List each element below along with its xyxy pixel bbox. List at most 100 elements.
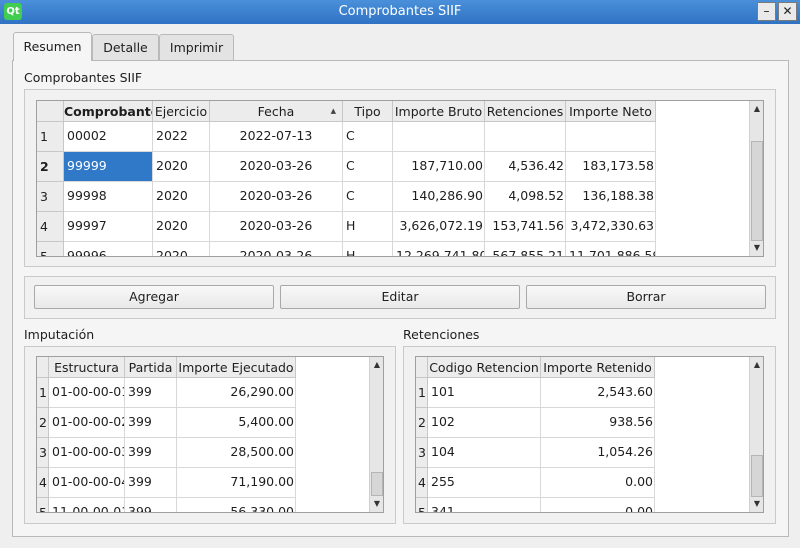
table-cell[interactable]: C [343, 182, 393, 212]
col-header-importe-bruto[interactable]: Importe Bruto [393, 101, 485, 122]
tab-resumen[interactable]: Resumen [13, 32, 92, 61]
table-cell[interactable]: 399 [125, 378, 177, 408]
table-cell[interactable]: 01-00-00-02 [49, 408, 125, 438]
col-header-codigo-retencion[interactable]: Codigo Retencion [428, 357, 541, 378]
table-cell[interactable]: 153,741.56 [485, 212, 566, 242]
table-cell[interactable]: 4,536.42 [485, 152, 566, 182]
row-header[interactable]: 4 [416, 468, 428, 498]
table-cell[interactable]: 99998 [64, 182, 153, 212]
col-header-fecha[interactable]: Fecha ▲ [210, 101, 343, 122]
table-cell[interactable]: 101 [428, 378, 541, 408]
close-button[interactable]: ✕ [778, 2, 797, 21]
table-cell[interactable]: 11,701,886.59 [566, 242, 656, 256]
row-header[interactable]: 2 [416, 408, 428, 438]
col-header-partida[interactable]: Partida [125, 357, 177, 378]
table-cell-selected[interactable]: 99999 [64, 152, 153, 182]
row-header[interactable]: 3 [416, 438, 428, 468]
table-cell[interactable]: 71,190.00 [177, 468, 296, 498]
col-header-importe-neto[interactable]: Importe Neto [566, 101, 656, 122]
imputacion-table[interactable]: Estructura Partida Importe Ejecutado 1 0… [36, 356, 384, 513]
row-header[interactable]: 1 [37, 122, 64, 152]
table-cell[interactable]: 2020 [153, 152, 210, 182]
table-cell[interactable]: 0.00 [541, 498, 655, 512]
table-cell[interactable]: 28,500.00 [177, 438, 296, 468]
table-cell[interactable]: 12,269,741.80 [393, 242, 485, 256]
table-cell[interactable]: 4,098.52 [485, 182, 566, 212]
row-header[interactable]: 4 [37, 468, 49, 498]
table-cell[interactable] [485, 122, 566, 152]
scroll-down-icon[interactable]: ▼ [750, 496, 763, 512]
scroll-up-icon[interactable]: ▲ [750, 357, 763, 373]
col-header-ejercicio[interactable]: Ejercicio [153, 101, 210, 122]
row-header[interactable]: 5 [416, 498, 428, 512]
row-header[interactable]: 4 [37, 212, 64, 242]
table-cell[interactable]: 5,400.00 [177, 408, 296, 438]
table-cell[interactable] [393, 122, 485, 152]
table-cell[interactable]: 567,855.21 [485, 242, 566, 256]
table-cell[interactable]: 2020-03-26 [210, 182, 343, 212]
table-cell[interactable]: 938.56 [541, 408, 655, 438]
scroll-thumb[interactable] [371, 472, 383, 496]
retenciones-scrollbar[interactable]: ▲ ▼ [749, 357, 763, 512]
table-cell[interactable] [566, 122, 656, 152]
table-cell[interactable]: 2020 [153, 212, 210, 242]
table-cell[interactable]: 2020 [153, 182, 210, 212]
col-header-tipo[interactable]: Tipo [343, 101, 393, 122]
col-header-comprobante[interactable]: Comprobante [64, 101, 153, 122]
table-cell[interactable]: 01-00-00-04 [49, 468, 125, 498]
table-cell[interactable]: 2022-07-13 [210, 122, 343, 152]
scroll-up-icon[interactable]: ▲ [750, 101, 763, 117]
comprobantes-table[interactable]: Comprobante Ejercicio Fecha ▲ Tipo Impor… [36, 100, 764, 257]
col-header-importe-retenido[interactable]: Importe Retenido [541, 357, 655, 378]
table-cell[interactable]: 56,330.00 [177, 498, 296, 512]
col-header-importe-ejecutado[interactable]: Importe Ejecutado [177, 357, 296, 378]
table-cell[interactable]: 1,054.26 [541, 438, 655, 468]
table-cell[interactable]: 2,543.60 [541, 378, 655, 408]
table-cell[interactable]: 01-00-00-01 [49, 378, 125, 408]
table-cell[interactable]: 11-00-00-01 [49, 498, 125, 512]
row-header[interactable]: 3 [37, 182, 64, 212]
table-cell[interactable]: 0.00 [541, 468, 655, 498]
table-cell[interactable]: 104 [428, 438, 541, 468]
col-header-estructura[interactable]: Estructura [49, 357, 125, 378]
table-cell[interactable]: 187,710.00 [393, 152, 485, 182]
table-cell[interactable]: 01-00-00-03 [49, 438, 125, 468]
table-cell[interactable]: 2020-03-26 [210, 152, 343, 182]
minimize-button[interactable]: – [757, 2, 776, 21]
scroll-down-icon[interactable]: ▼ [750, 240, 763, 256]
table-cell[interactable]: 399 [125, 408, 177, 438]
table-cell[interactable]: C [343, 152, 393, 182]
table-cell[interactable]: H [343, 212, 393, 242]
table-cell[interactable]: 183,173.58 [566, 152, 656, 182]
table-cell[interactable]: 3,626,072.19 [393, 212, 485, 242]
table-cell[interactable]: 2020-03-26 [210, 212, 343, 242]
agregar-button[interactable]: Agregar [34, 285, 274, 309]
table-cell[interactable]: 2022 [153, 122, 210, 152]
table-cell[interactable]: 341 [428, 498, 541, 512]
scroll-up-icon[interactable]: ▲ [370, 357, 383, 373]
table-cell[interactable]: 99996 [64, 242, 153, 256]
table-cell[interactable]: 140,286.90 [393, 182, 485, 212]
scroll-thumb[interactable] [751, 455, 763, 497]
table-cell[interactable]: 26,290.00 [177, 378, 296, 408]
tab-imprimir[interactable]: Imprimir [159, 34, 234, 60]
col-header-retenciones[interactable]: Retenciones [485, 101, 566, 122]
table-cell[interactable]: 399 [125, 438, 177, 468]
table-cell[interactable]: 399 [125, 498, 177, 512]
row-header[interactable]: 5 [37, 242, 64, 256]
borrar-button[interactable]: Borrar [526, 285, 766, 309]
row-header[interactable]: 3 [37, 438, 49, 468]
table-cell[interactable]: 136,188.38 [566, 182, 656, 212]
table-cell[interactable]: H [343, 242, 393, 256]
row-header[interactable]: 1 [416, 378, 428, 408]
imputacion-scrollbar[interactable]: ▲ ▼ [369, 357, 383, 512]
table-cell[interactable]: 2020-03-26 [210, 242, 343, 256]
scroll-thumb[interactable] [751, 141, 763, 241]
table-cell[interactable]: 102 [428, 408, 541, 438]
tab-detalle[interactable]: Detalle [92, 34, 159, 60]
row-header[interactable]: 2 [37, 408, 49, 438]
table-cell[interactable]: 99997 [64, 212, 153, 242]
row-header[interactable]: 2 [37, 152, 64, 182]
table-cell[interactable]: 3,472,330.63 [566, 212, 656, 242]
scroll-down-icon[interactable]: ▼ [370, 496, 383, 512]
